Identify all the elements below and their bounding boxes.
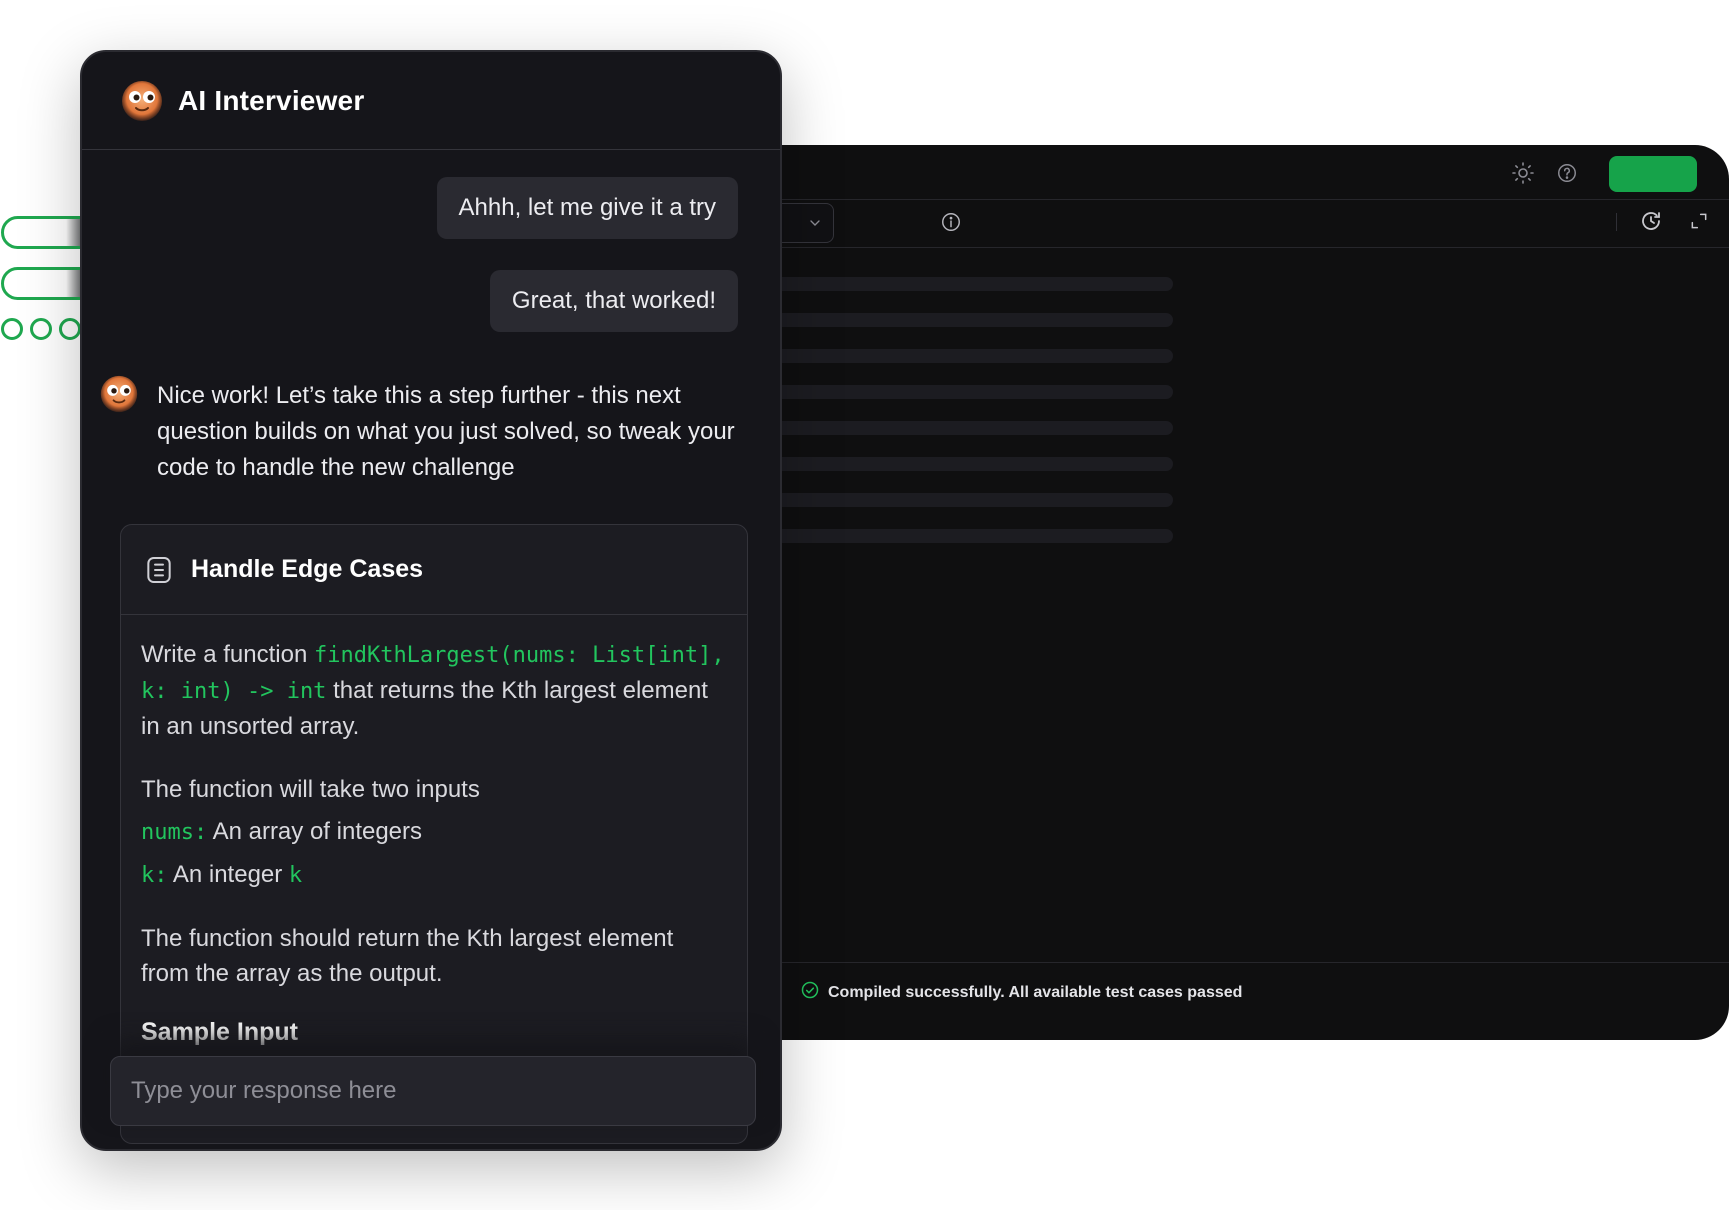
- compile-status-text: Compiled successfully. All available tes…: [828, 983, 1243, 1001]
- task-card-header: Handle Edge Cases: [121, 525, 747, 615]
- chat-title: AI Interviewer: [178, 84, 365, 116]
- inputs-heading: The function will take two inputs: [141, 776, 480, 803]
- task-intro: Write a function findKthLargest(nums: Li…: [141, 637, 727, 744]
- user-message: Ahhh, let me give it a try: [436, 177, 738, 239]
- decorative-dot: [1, 318, 23, 340]
- code-editor-panel: [700, 145, 1729, 1040]
- document-icon: [147, 556, 171, 583]
- input-desc: An integer: [167, 861, 289, 888]
- sample-input-heading: Sample Input: [141, 1018, 298, 1046]
- editor-toolbar: [700, 200, 1729, 248]
- compile-status: Compiled successfully. All available tes…: [800, 980, 1242, 1005]
- check-circle-icon: [800, 980, 820, 1005]
- ai-message: Nice work! Let’s take this a step furthe…: [99, 374, 739, 486]
- input-name: nums:: [141, 820, 208, 845]
- input-nums: nums: An array of integers: [141, 814, 727, 850]
- chat-panel: AI Interviewer Ahhh, let me give it a tr…: [80, 50, 782, 1151]
- user-message: Great, that worked!: [489, 270, 738, 332]
- help-icon[interactable]: [1553, 159, 1581, 187]
- ai-avatar-icon: [122, 80, 162, 121]
- ai-message-text: Nice work! Let’s take this a step furthe…: [157, 382, 735, 481]
- info-icon[interactable]: [937, 208, 965, 236]
- input-k: k: An integer k: [141, 857, 727, 893]
- chevron-down-icon: [807, 215, 823, 236]
- input-var: k: [288, 863, 303, 888]
- output-description: The function should return the Kth large…: [141, 925, 674, 987]
- decorative-dot: [59, 318, 81, 340]
- run-button[interactable]: [1609, 156, 1697, 192]
- expand-icon[interactable]: [1685, 207, 1713, 235]
- task-intro-text: Write a function: [141, 641, 314, 668]
- input-desc: An array of integers: [207, 818, 423, 845]
- response-input[interactable]: [111, 1057, 755, 1125]
- task-title: Handle Edge Cases: [191, 555, 424, 583]
- response-input-wrapper: [110, 1056, 756, 1126]
- chat-header: AI Interviewer: [82, 52, 780, 150]
- history-icon[interactable]: [1637, 207, 1665, 235]
- status-divider: [700, 962, 1729, 963]
- ai-avatar-icon: [100, 375, 138, 413]
- decorative-dot: [30, 318, 52, 340]
- sun-icon[interactable]: [1509, 159, 1537, 187]
- toolbar-divider: [1616, 213, 1617, 231]
- task-description: Write a function findKthLargest(nums: Li…: [121, 615, 747, 1050]
- input-name: k:: [141, 863, 168, 888]
- task-card: Handle Edge Cases Write a function findK…: [120, 524, 748, 1144]
